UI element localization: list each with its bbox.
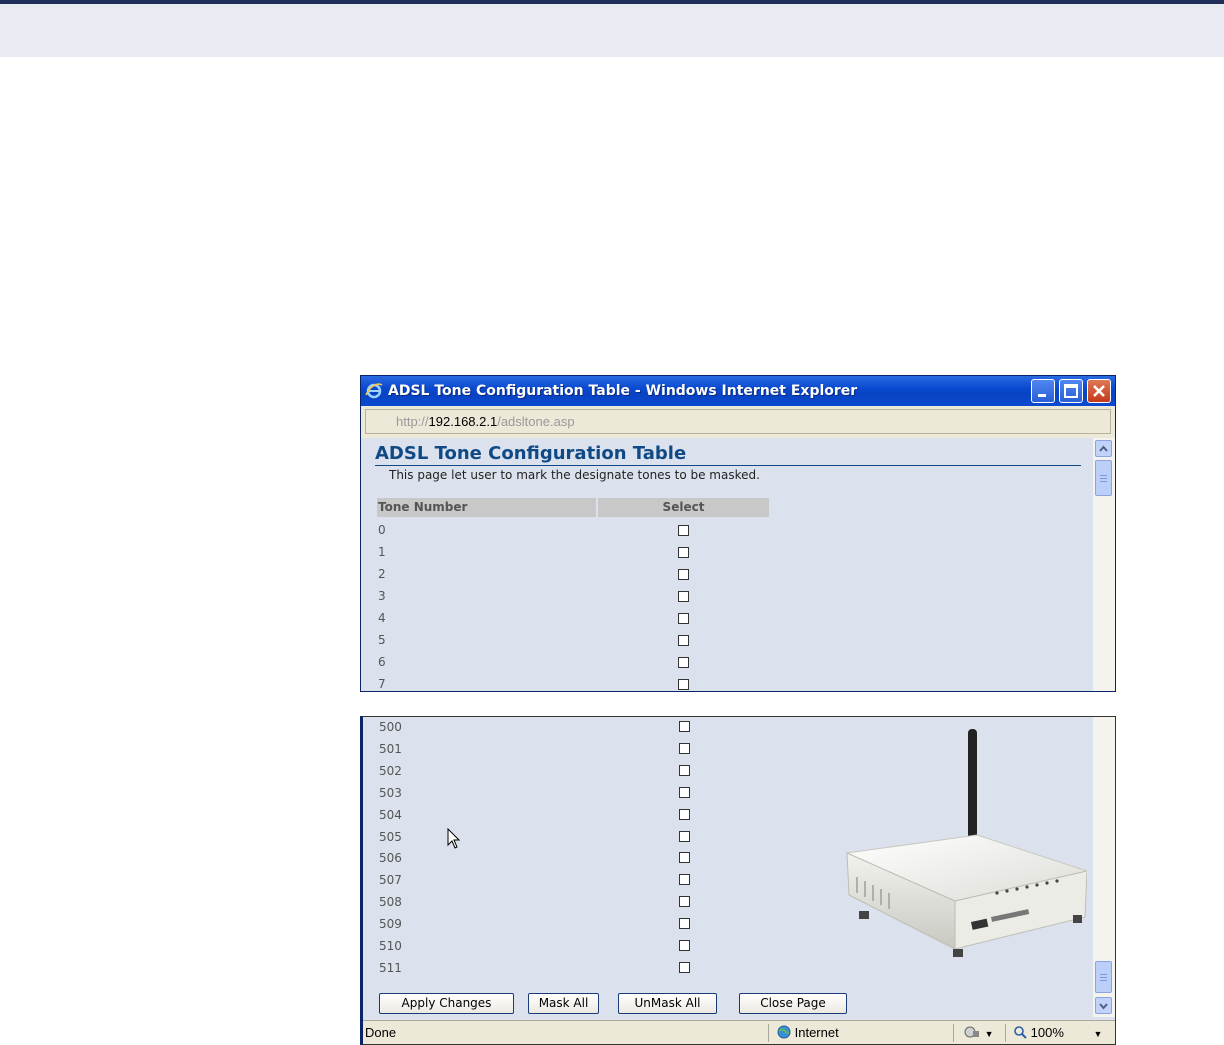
address-host: 192.168.2.1 bbox=[428, 414, 498, 429]
tone-select-checkbox[interactable] bbox=[679, 852, 690, 864]
status-bar: Done Internet ▼ 100% ▼ bbox=[363, 1020, 1115, 1044]
tone-select-checkbox[interactable] bbox=[678, 569, 689, 580]
tone-select-checkbox[interactable] bbox=[678, 679, 689, 690]
security-icon bbox=[964, 1026, 979, 1038]
table-row: 0 bbox=[361, 520, 1081, 542]
tone-number: 504 bbox=[379, 807, 402, 822]
tone-number: 7 bbox=[378, 677, 386, 691]
tone-select-checkbox[interactable] bbox=[679, 786, 690, 798]
scroll-up-button[interactable] bbox=[1095, 440, 1112, 457]
header-band bbox=[0, 4, 1224, 57]
tone-number: 6 bbox=[378, 655, 386, 669]
mouse-pointer-icon bbox=[447, 828, 461, 849]
tone-number: 511 bbox=[379, 960, 402, 975]
table-row: 7 bbox=[361, 674, 1081, 691]
tone-number: 506 bbox=[379, 851, 402, 866]
table-row: 5 bbox=[361, 630, 1081, 652]
unmask-all-button[interactable]: UnMask All bbox=[618, 993, 717, 1014]
table-row: 4 bbox=[361, 608, 1081, 630]
tone-number: 4 bbox=[378, 611, 386, 625]
vertical-scrollbar[interactable] bbox=[1093, 438, 1115, 691]
maximize-button[interactable] bbox=[1059, 379, 1083, 403]
table-row: 3 bbox=[361, 586, 1081, 608]
close-page-button[interactable]: Close Page bbox=[739, 993, 847, 1014]
tone-number: 503 bbox=[379, 785, 402, 800]
page-title: ADSL Tone Configuration Table bbox=[375, 443, 687, 464]
tone-select-checkbox[interactable] bbox=[679, 742, 690, 754]
tone-number: 5 bbox=[378, 633, 386, 647]
tone-select-checkbox[interactable] bbox=[678, 547, 689, 558]
mask-all-button[interactable]: Mask All bbox=[528, 993, 599, 1014]
address-bar: http://192.168.2.1/adsltone.asp bbox=[361, 406, 1115, 438]
scroll-down-icon bbox=[1099, 1003, 1108, 1010]
tone-number: 510 bbox=[379, 939, 402, 953]
address-scheme: http:// bbox=[396, 414, 429, 429]
zoom-control[interactable]: 100% ▼ bbox=[1013, 1021, 1102, 1044]
address-path: /adsltone.asp bbox=[497, 414, 575, 429]
tone-select-checkbox[interactable] bbox=[679, 896, 690, 908]
tone-select-checkbox[interactable] bbox=[678, 525, 689, 536]
tone-number: 500 bbox=[379, 720, 402, 734]
col-header-tone-number: Tone Number bbox=[377, 498, 596, 517]
address-field[interactable]: http://192.168.2.1/adsltone.asp bbox=[365, 409, 1111, 434]
tone-select-checkbox[interactable] bbox=[678, 635, 689, 646]
tone-select-checkbox[interactable] bbox=[678, 613, 689, 624]
tone-select-checkbox[interactable] bbox=[679, 918, 690, 930]
apply-changes-button[interactable]: Apply Changes bbox=[379, 993, 514, 1014]
tone-select-checkbox[interactable] bbox=[679, 961, 690, 973]
table-row: 1 bbox=[361, 542, 1081, 564]
scroll-thumb-bottom[interactable] bbox=[1095, 961, 1112, 993]
vertical-scrollbar-bottom[interactable] bbox=[1093, 717, 1115, 1017]
tone-number: 508 bbox=[379, 895, 402, 910]
scroll-up-icon bbox=[1099, 445, 1108, 452]
close-icon bbox=[1093, 385, 1105, 397]
tone-select-checkbox[interactable] bbox=[679, 940, 690, 951]
col-header-select: Select bbox=[598, 498, 769, 517]
tone-number: 0 bbox=[378, 523, 386, 537]
protected-mode-toggle[interactable]: ▼ bbox=[963, 1021, 994, 1044]
page-content-bottom: 500 501 502 503 504 505 506 507 508 509 510 511 App… bbox=[363, 717, 1095, 1017]
tone-number: 1 bbox=[378, 545, 386, 559]
ie-window-top: ADSL Tone Configuration Table - Windows … bbox=[360, 375, 1116, 692]
zone-label: Internet bbox=[794, 1025, 839, 1040]
ie-window-bottom: 500 501 502 503 504 505 506 507 508 509 510 511 App… bbox=[360, 716, 1116, 1045]
tone-number: 2 bbox=[378, 567, 386, 581]
tone-number: 501 bbox=[379, 741, 402, 756]
tone-select-checkbox[interactable] bbox=[679, 721, 690, 732]
tone-select-checkbox[interactable] bbox=[679, 808, 690, 820]
tone-number: 502 bbox=[379, 763, 402, 778]
tone-select-checkbox[interactable] bbox=[678, 657, 689, 668]
globe-icon bbox=[777, 1025, 791, 1039]
scroll-thumb[interactable] bbox=[1095, 460, 1112, 496]
tone-select-checkbox[interactable] bbox=[679, 830, 690, 842]
table-row: 6 bbox=[361, 652, 1081, 674]
tone-number: 509 bbox=[379, 917, 402, 932]
tone-number: 3 bbox=[378, 589, 386, 603]
ie-logo-icon bbox=[365, 382, 383, 400]
window-title: ADSL Tone Configuration Table - Windows … bbox=[388, 383, 858, 399]
tone-number: 507 bbox=[379, 873, 402, 888]
status-text: Done bbox=[365, 1025, 397, 1040]
tone-select-checkbox[interactable] bbox=[679, 764, 690, 776]
tone-number: 505 bbox=[379, 829, 402, 844]
zoom-icon bbox=[1014, 1026, 1027, 1039]
router-image bbox=[845, 729, 1087, 957]
zoom-level: 100% bbox=[1030, 1025, 1064, 1040]
scroll-down-button[interactable] bbox=[1095, 997, 1112, 1014]
minimize-button[interactable] bbox=[1031, 379, 1055, 403]
security-zone[interactable]: Internet bbox=[777, 1021, 839, 1044]
table-row: 2 bbox=[361, 564, 1081, 586]
maximize-icon bbox=[1064, 384, 1078, 398]
tone-select-checkbox[interactable] bbox=[679, 874, 690, 886]
page-content-top: ADSL Tone Configuration Table This page … bbox=[361, 438, 1093, 691]
page-description: This page let user to mark the designate… bbox=[389, 468, 760, 482]
minimize-icon bbox=[1038, 394, 1046, 397]
close-window-button[interactable] bbox=[1087, 379, 1111, 403]
title-bar[interactable]: ADSL Tone Configuration Table - Windows … bbox=[361, 376, 1115, 406]
title-divider bbox=[375, 465, 1081, 466]
tone-select-checkbox[interactable] bbox=[678, 591, 689, 602]
